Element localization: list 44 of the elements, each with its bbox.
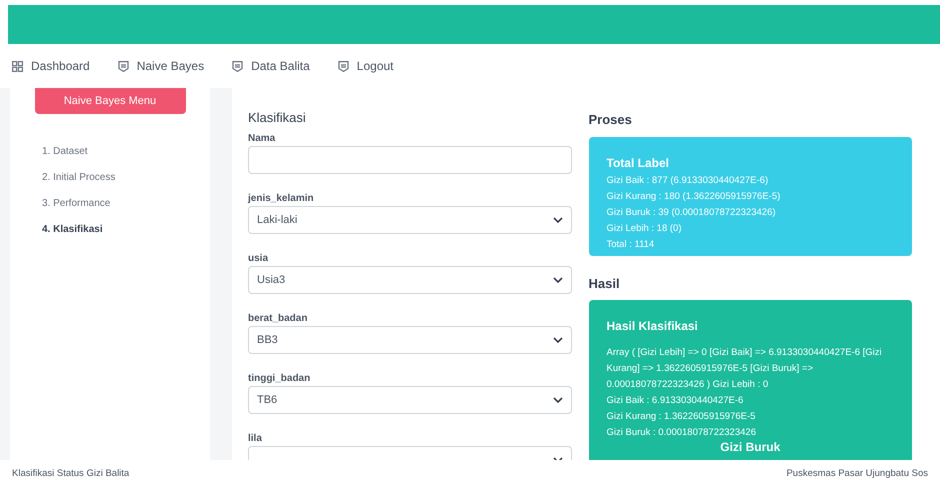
- document-icon: [232, 60, 244, 72]
- card-line: Gizi Kurang : 180 (1.3622605915976E-5): [606, 190, 782, 204]
- chevron-down-icon: [552, 397, 562, 403]
- select-field[interactable]: Usia3: [248, 266, 572, 294]
- field-label: lila: [248, 433, 263, 445]
- card-line: Gizi Baik : 6.9133030440427E-6: [606, 394, 744, 408]
- nav-link[interactable]: Logout: [338, 57, 394, 75]
- card-line: Gizi Buruk : 0.00018078722323426: [606, 426, 757, 440]
- select-field[interactable]: TB6: [248, 386, 572, 414]
- nav-link[interactable]: Data Balita: [232, 57, 310, 75]
- sidebar-link[interactable]: 1. Dataset: [42, 144, 210, 159]
- field-label: jenis_kelamin: [248, 193, 315, 205]
- field-label: berat_badan: [248, 313, 308, 325]
- card-title: Total Label: [606, 154, 670, 172]
- footer-text: Klasifikasi Status Gizi Balita: [12, 466, 130, 481]
- result-label: Gizi Buruk: [719, 441, 782, 454]
- card-line: Array ( [Gizi Lebih] => 0 [Gizi Baik] => 6.9133030440427E-6 [Gizi Kurang] => 1.3622605915976E-5 [Gizi Buruk] => 0.00018078722323426 ) Gizi Lebih : 0: [606, 346, 883, 392]
- sidebar-link[interactable]: 2. Initial Process: [42, 170, 210, 185]
- card-line: Gizi Kurang : 1.3622605915976E-5: [606, 410, 756, 424]
- card-line: Gizi Baik : 877 (6.9133030440427E-6): [606, 174, 770, 188]
- chevron-down-icon: [552, 277, 562, 283]
- sidebar-link[interactable]: 4. Klasifikasi: [42, 222, 210, 237]
- sidebar-link[interactable]: 3. Performance: [42, 196, 210, 211]
- chevron-down-icon: [552, 217, 562, 223]
- card-title: Hasil Klasifikasi: [606, 318, 699, 336]
- document-icon: [338, 60, 349, 72]
- document-icon: [118, 60, 129, 72]
- section-heading: Hasil: [588, 274, 621, 293]
- field-label: usia: [248, 253, 270, 265]
- section-heading: Proses: [588, 111, 633, 129]
- field-label: tinggi_badan: [248, 373, 312, 385]
- grid-icon: [12, 60, 23, 72]
- card-line: Gizi Lebih : 18 (0): [606, 222, 682, 236]
- card-line: Gizi Buruk : 39 (0.00018078722323426): [606, 206, 777, 220]
- select-field[interactable]: Laki-laki: [248, 206, 572, 234]
- chevron-down-icon: [552, 337, 562, 343]
- card-line: Total : 1114: [606, 238, 656, 252]
- footer-text: Puskesmas Pasar Ujungbatu Sos: [786, 466, 928, 481]
- select-field[interactable]: BB3: [248, 326, 572, 354]
- nav-link[interactable]: Naive Bayes: [118, 57, 204, 75]
- nav-link[interactable]: Dashboard: [12, 57, 90, 75]
- name-input[interactable]: [248, 146, 572, 174]
- form-title: Klasifikasi: [248, 110, 307, 126]
- field-label: Nama: [248, 133, 276, 145]
